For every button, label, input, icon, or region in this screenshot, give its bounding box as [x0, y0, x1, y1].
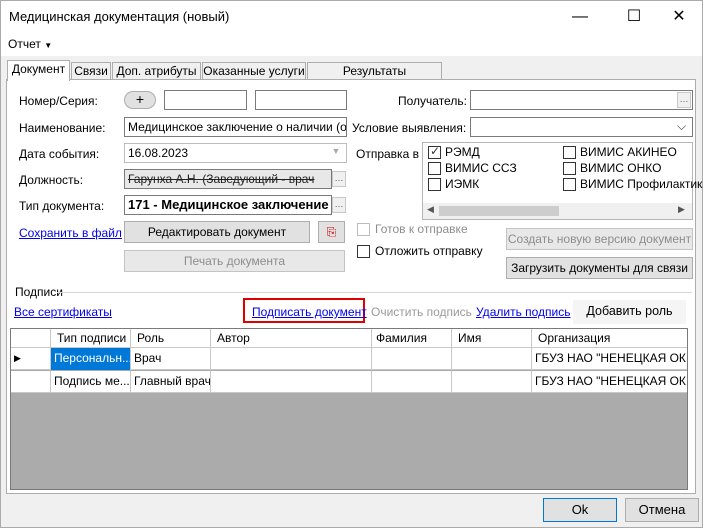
signatures-divider: [57, 292, 692, 293]
condition-select[interactable]: [470, 117, 693, 137]
cell-name[interactable]: [452, 348, 532, 370]
create-new-version-button[interactable]: Создать новую версию документ: [506, 228, 693, 250]
row-marker-icon: ▶: [11, 348, 51, 370]
cell-organization[interactable]: ГБУЗ НАО "НЕНЕЦКАЯ ОК...: [532, 371, 687, 393]
event-date-label: Дата события:: [19, 147, 100, 161]
header-name[interactable]: Имя: [452, 329, 532, 348]
send-vimis-akineo-checkbox[interactable]: [563, 146, 576, 159]
add-role-button[interactable]: Добавить роль: [573, 300, 686, 324]
send-iemk-checkbox[interactable]: [428, 178, 441, 191]
send-remd-checkbox[interactable]: [428, 144, 441, 159]
series-field[interactable]: [255, 90, 347, 110]
cell-type[interactable]: Подпись ме...: [51, 371, 131, 393]
all-certificates-link[interactable]: Все сертификаты: [14, 305, 112, 319]
send-vimis-ssz-checkbox[interactable]: [428, 162, 441, 175]
minimize-button[interactable]: —: [558, 1, 602, 32]
table-header: Тип подписи Роль Автор Фамилия Имя Орган…: [11, 329, 687, 348]
title-bar: Медицинская документация (новый) — ☐ ✕: [1, 1, 702, 32]
send-vimis-akineo-label: ВИМИС АКИНЕО: [580, 145, 677, 159]
doc-type-field[interactable]: 171 - Медицинское заключение о: [124, 195, 332, 215]
send-to-list: РЭМД ВИМИС ССЗ ИЭМК ВИМИС АКИНЕО ВИМИС О…: [422, 142, 702, 220]
pdf-icon[interactable]: ⎘: [318, 221, 345, 243]
header-author[interactable]: Автор: [211, 329, 372, 348]
event-date-field[interactable]: 16.08.2023: [124, 143, 347, 163]
name-field[interactable]: Медицинское заключение о наличии (об от: [124, 117, 347, 137]
name-label: Наименование:: [19, 121, 106, 135]
recipient-field[interactable]: [470, 90, 693, 110]
menu-report-label: Отчет: [8, 37, 41, 51]
signatures-table: Тип подписи Роль Автор Фамилия Имя Орган…: [10, 328, 688, 490]
tab-links[interactable]: Связи: [71, 62, 111, 80]
scroll-left-icon[interactable]: ◀: [427, 204, 434, 215]
cell-author[interactable]: [211, 371, 372, 393]
print-document-button[interactable]: Печать документа: [124, 250, 345, 272]
table-row[interactable]: ▶ Персональн... Врач ГБУЗ НАО "НЕНЕЦКАЯ …: [11, 348, 687, 370]
window-title: Медицинская документация (новый): [9, 9, 230, 24]
cancel-button[interactable]: Отмена: [625, 498, 699, 522]
send-vimis-ssz-label: ВИМИС ССЗ: [445, 161, 517, 175]
cell-name[interactable]: [452, 371, 532, 393]
doc-type-ellipsis-button[interactable]: …: [332, 197, 346, 213]
maximize-button[interactable]: ☐: [612, 1, 656, 32]
recipient-ellipsis-button[interactable]: …: [677, 92, 691, 108]
send-vimis-prof-checkbox[interactable]: [563, 178, 576, 191]
ready-to-send-checkbox[interactable]: [357, 223, 370, 236]
tab-services[interactable]: Оказанные услуги: [202, 62, 306, 80]
send-vimis-prof-label: ВИМИС Профилактик: [580, 177, 703, 191]
calendar-dropdown-icon[interactable]: ▼: [329, 146, 343, 160]
tab-document[interactable]: Документ: [7, 60, 70, 81]
number-field[interactable]: [164, 90, 247, 110]
send-iemk-label: ИЭМК: [445, 177, 480, 191]
header-type[interactable]: Тип подписи: [51, 329, 131, 348]
delete-signature-link[interactable]: Удалить подпись: [476, 305, 571, 319]
chevron-down-icon: ▼: [44, 41, 53, 50]
position-label: Должность:: [19, 173, 84, 187]
send-to-label: Отправка в: [356, 147, 419, 161]
postpone-send-label: Отложить отправку: [375, 244, 483, 258]
position-field[interactable]: Гарунха А.Н. (Заведующий - врач: [124, 169, 332, 189]
cell-organization[interactable]: ГБУЗ НАО "НЕНЕЦКАЯ ОК...: [532, 348, 687, 370]
doc-type-label: Тип документа:: [19, 199, 105, 213]
send-vimis-onko-checkbox[interactable]: [563, 162, 576, 175]
tab-additional-attributes[interactable]: Доп. атрибуты: [112, 62, 201, 80]
sign-document-link[interactable]: Подписать документ: [252, 305, 367, 319]
condition-chevron-icon: ⌵: [677, 119, 687, 133]
position-ellipsis-button[interactable]: …: [332, 171, 346, 187]
signatures-title: Подписи: [15, 285, 63, 299]
header-organization[interactable]: Организация: [532, 329, 687, 348]
scroll-thumb[interactable]: [439, 206, 559, 216]
row-marker: [11, 371, 51, 393]
cell-surname[interactable]: [372, 371, 452, 393]
menu-report[interactable]: Отчет ▼: [8, 37, 52, 51]
document-dialog: Медицинская документация (новый) — ☐ ✕ О…: [0, 0, 703, 528]
send-list-scrollbar[interactable]: ◀ ▶: [423, 203, 692, 219]
cell-author[interactable]: [211, 348, 372, 370]
add-number-button[interactable]: +: [124, 91, 156, 109]
cell-type[interactable]: Персональн...: [51, 348, 131, 370]
number-label: Номер/Серия:: [19, 94, 98, 108]
ready-to-send-label: Готов к отправке: [375, 222, 468, 236]
scroll-right-icon[interactable]: ▶: [678, 204, 685, 215]
header-role[interactable]: Роль: [131, 329, 211, 348]
cell-role[interactable]: Врач: [131, 348, 211, 370]
header-marker: [11, 329, 51, 348]
recipient-label: Получатель:: [398, 94, 467, 108]
cell-surname[interactable]: [372, 348, 452, 370]
ok-button[interactable]: Ok: [543, 498, 617, 522]
event-date-value: 16.08.2023: [128, 146, 189, 160]
edit-document-button[interactable]: Редактировать документ: [124, 221, 310, 243]
header-surname[interactable]: Фамилия: [372, 329, 452, 348]
save-to-file-link[interactable]: Сохранить в файл: [19, 226, 122, 240]
condition-label: Условие выявления:: [352, 121, 467, 135]
send-remd-label: РЭМД: [445, 145, 480, 159]
cell-role[interactable]: Главный врач: [131, 371, 211, 393]
postpone-send-checkbox[interactable]: [357, 245, 370, 258]
upload-docs-button[interactable]: Загрузить документы для связи: [506, 257, 693, 279]
send-vimis-onko-label: ВИМИС ОНКО: [580, 161, 662, 175]
tab-registration-results[interactable]: Результаты регистрации: [307, 62, 442, 94]
clear-signature-link[interactable]: Очистить подпись: [371, 305, 472, 319]
close-button[interactable]: ✕: [657, 1, 701, 32]
menu-bar: Отчет ▼: [1, 32, 702, 56]
table-row[interactable]: Подпись ме... Главный врач ГБУЗ НАО "НЕН…: [11, 371, 687, 393]
